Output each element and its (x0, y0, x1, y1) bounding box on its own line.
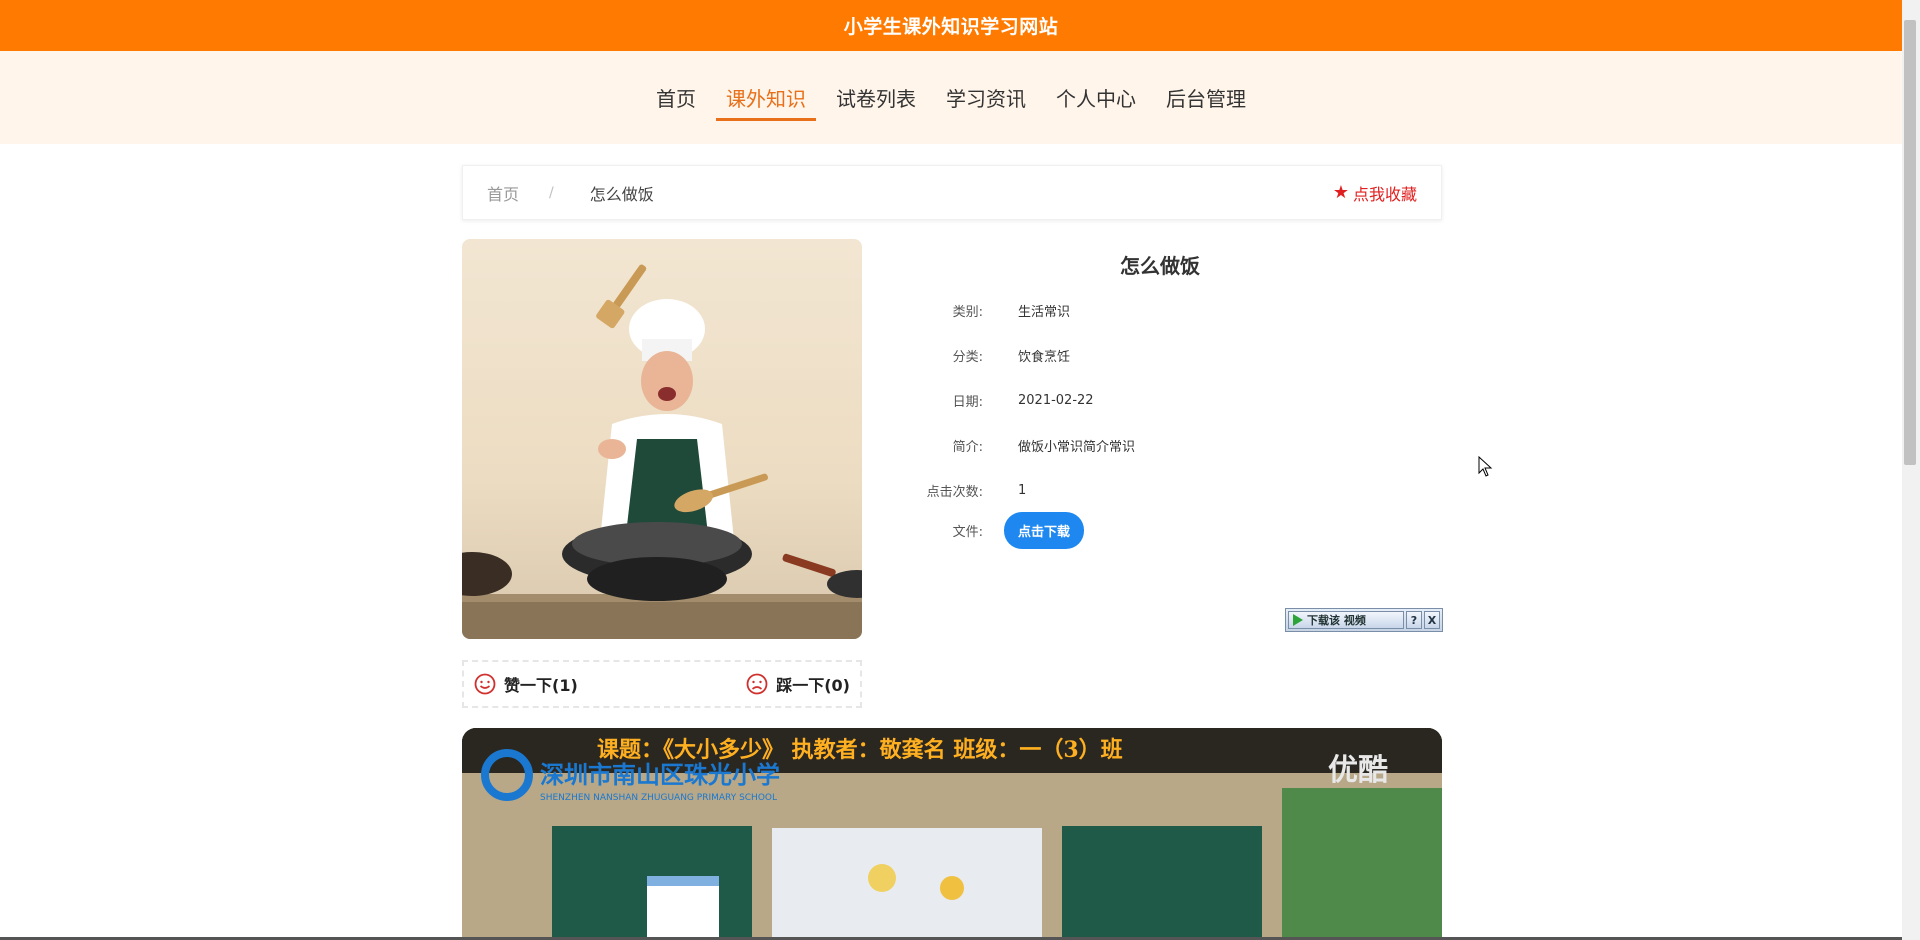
dislike-label: 踩一下(0) (776, 676, 850, 695)
close-button[interactable]: X (1424, 611, 1440, 629)
favorite-button[interactable]: ★ 点我收藏 (1333, 181, 1417, 205)
detail-label: 日期: (952, 395, 983, 410)
nav-item-news[interactable]: 学习资讯 (936, 83, 1036, 121)
breadcrumb-separator: / (549, 184, 554, 201)
detail-label: 分类: (952, 350, 983, 365)
play-icon (1293, 614, 1303, 626)
download-video-button[interactable]: 下载该 视频 (1288, 611, 1404, 629)
video-school-english: SHENZHEN NANSHAN ZHUGUANG PRIMARY SCHOOL (540, 793, 777, 803)
chef-illustration (462, 264, 862, 639)
detail-row-clicks: 点击次数: 1 (900, 481, 1420, 500)
nav-item-home[interactable]: 首页 (646, 83, 706, 121)
detail-value: 1 (1018, 483, 1027, 498)
site-header: 小学生课外知识学习网站 (0, 0, 1902, 51)
detail-label: 文件: (952, 525, 983, 540)
mouse-cursor-icon (1478, 456, 1493, 477)
detail-label: 简介: (952, 440, 983, 455)
detail-label: 点击次数: (926, 485, 983, 500)
detail-value: 生活常识 (1018, 305, 1071, 320)
download-button[interactable]: 点击下载 (1004, 512, 1085, 549)
favorite-label: 点我收藏 (1352, 184, 1417, 204)
detail-row-category: 类别: 生活常识 (900, 301, 1420, 320)
nav-item-profile[interactable]: 个人中心 (1046, 83, 1146, 121)
nav-item-extracurricular[interactable]: 课外知识 (716, 83, 816, 121)
smile-icon (474, 673, 496, 695)
detail-label: 类别: (952, 305, 983, 320)
star-icon: ★ (1332, 182, 1349, 203)
video-download-toolbar: 下载该 视频 ? X (1285, 608, 1443, 632)
main-nav: 首页 课外知识 试卷列表 学习资讯 个人中心 后台管理 (0, 83, 1902, 121)
detail-value: 2021-02-22 (1018, 393, 1094, 408)
page: 小学生课外知识学习网站 首页 课外知识 试卷列表 学习资讯 个人中心 后台管理 … (0, 0, 1920, 940)
frown-icon (746, 673, 768, 695)
like-label: 赞一下(1) (504, 676, 578, 695)
video-school-name: 深圳市南山区珠光小学 (540, 760, 780, 789)
breadcrumb: 首页 / 怎么做饭 ★ 点我收藏 (462, 165, 1442, 220)
breadcrumb-home[interactable]: 首页 (487, 181, 519, 205)
chef-image (462, 239, 862, 639)
detail-row-file: 文件: 点击下载 (900, 512, 1420, 549)
video-player[interactable]: 课题：《大小多少》 执教者：敬龚名 班级：一（3）班 深圳市南山区珠光小学 SH… (462, 728, 1442, 940)
like-button[interactable]: 赞一下(1) (474, 672, 578, 696)
video-frame: 课题：《大小多少》 执教者：敬龚名 班级：一（3）班 深圳市南山区珠光小学 SH… (462, 728, 1442, 940)
breadcrumb-current: 怎么做饭 (589, 184, 654, 204)
detail-value: 饮食烹饪 (1018, 350, 1071, 365)
dislike-button[interactable]: 踩一下(0) (746, 672, 850, 696)
detail-row-date: 日期: 2021-02-22 (900, 391, 1420, 410)
detail-value: 做饭小常识简介常识 (1018, 440, 1136, 455)
site-title: 小学生课外知识学习网站 (843, 16, 1059, 38)
nav-item-exams[interactable]: 试卷列表 (826, 83, 926, 121)
nav-item-admin[interactable]: 后台管理 (1156, 83, 1256, 121)
download-video-label: 下载该 视频 (1307, 614, 1366, 627)
video-watermark: 优酷 (1328, 753, 1388, 788)
detail-row-summary: 简介: 做饭小常识简介常识 (900, 436, 1420, 455)
detail-title: 怎么做饭 (1120, 254, 1200, 278)
scrollbar-thumb[interactable] (1904, 20, 1916, 465)
detail-row-type: 分类: 饮食烹饪 (900, 346, 1420, 365)
vote-bar: 赞一下(1) 踩一下(0) (462, 660, 862, 708)
help-button[interactable]: ? (1406, 611, 1422, 629)
